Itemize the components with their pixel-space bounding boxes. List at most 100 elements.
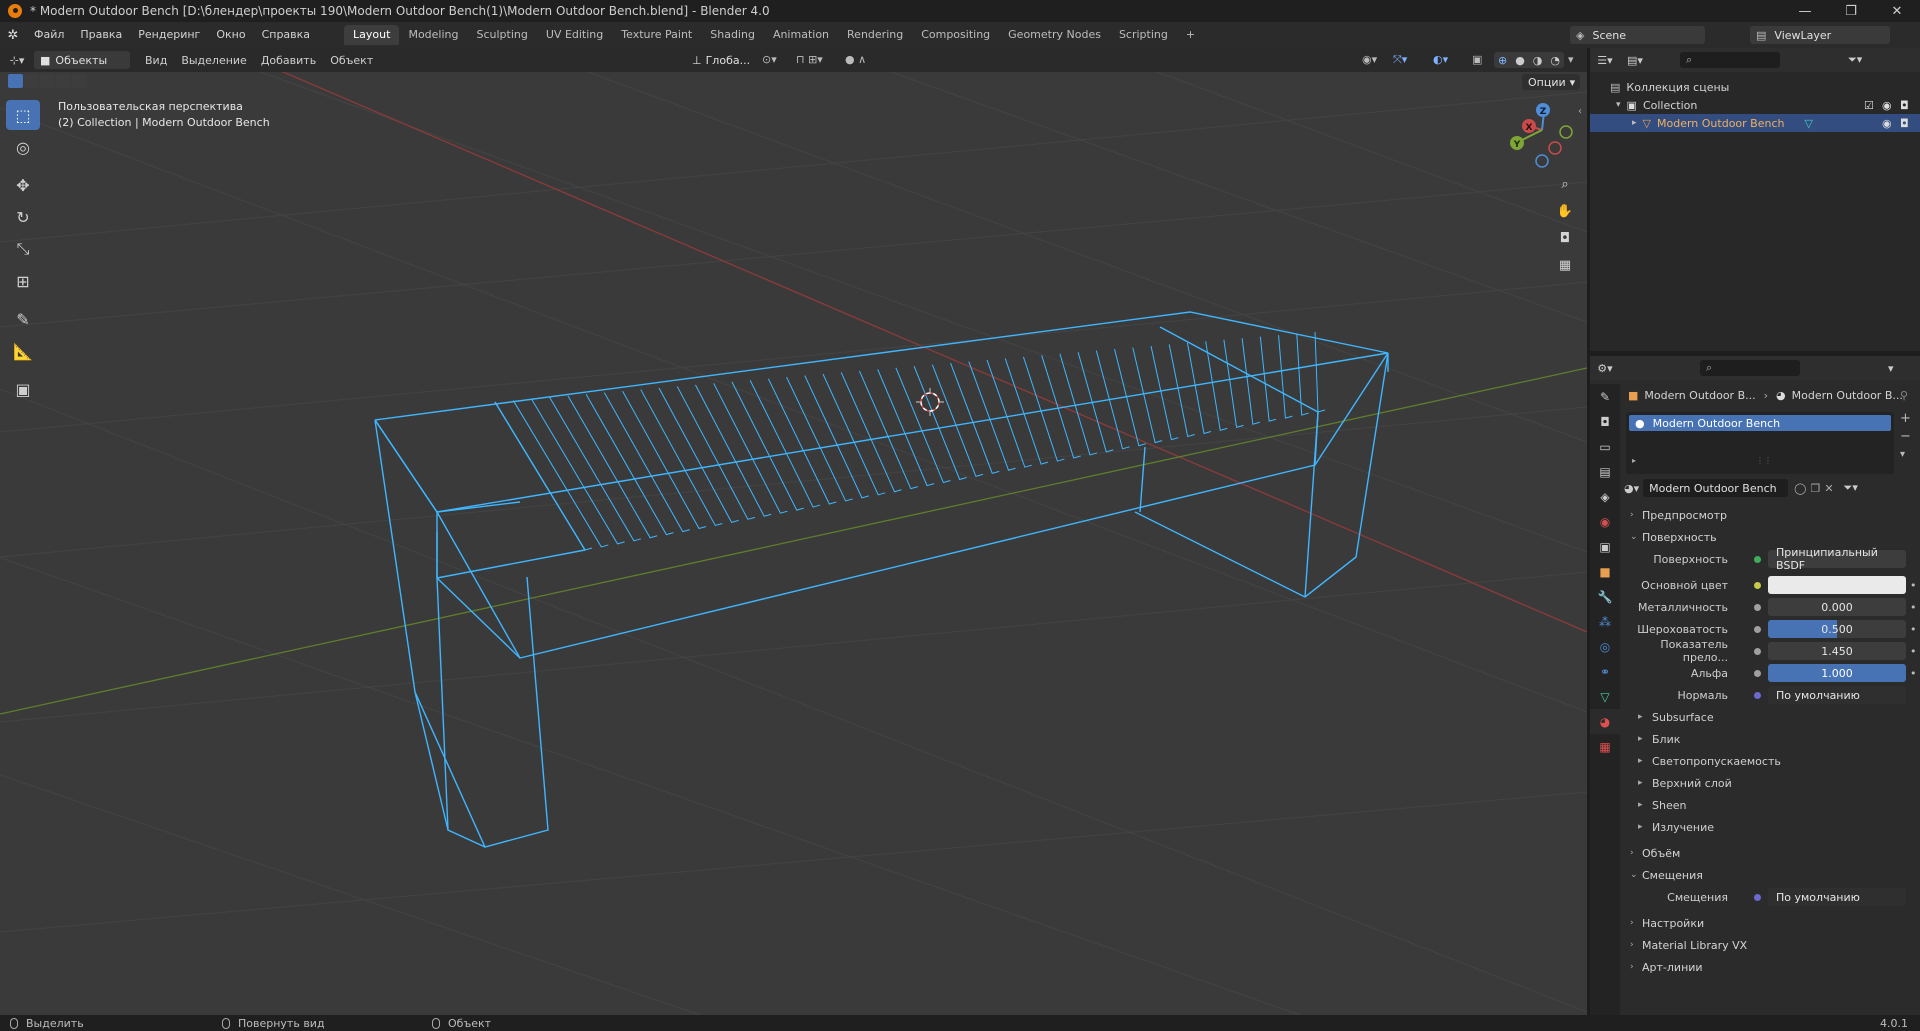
browse-material-icon[interactable]: ◕▾ bbox=[1624, 482, 1639, 495]
tab-layout[interactable]: Layout bbox=[344, 25, 400, 45]
keyframe-dot-icon[interactable]: • bbox=[1910, 645, 1917, 658]
solid-shading-icon[interactable]: ● bbox=[1515, 54, 1525, 67]
outliner-editor-icon[interactable]: ☰▾ bbox=[1590, 54, 1620, 67]
shading-options-icon[interactable]: ▾ bbox=[1568, 53, 1574, 66]
scene-selector[interactable]: ◈ Scene bbox=[1570, 26, 1705, 44]
select-intersect-icon[interactable] bbox=[72, 74, 87, 88]
tab-texture-paint[interactable]: Texture Paint bbox=[612, 25, 701, 45]
data-tab-icon[interactable]: ▽ bbox=[1590, 684, 1620, 709]
maximize-button[interactable]: ❐ bbox=[1828, 0, 1874, 22]
select-box-tool-icon[interactable]: ⬚ bbox=[6, 100, 40, 130]
chevron-down-icon[interactable]: ▾ bbox=[1888, 362, 1894, 375]
options-button[interactable]: Опции ▾ bbox=[1522, 74, 1580, 90]
render-camera-icon[interactable]: ◘ bbox=[1900, 117, 1909, 130]
remove-slot-button[interactable]: − bbox=[1900, 428, 1911, 446]
display-mode-icon[interactable]: ▤▾ bbox=[1620, 54, 1650, 67]
menu-object[interactable]: Объект bbox=[323, 54, 380, 67]
filter-icon[interactable]: ⏷▾ bbox=[1848, 53, 1862, 67]
keyframe-dot-icon[interactable]: • bbox=[1910, 579, 1917, 592]
fake-user-icon[interactable]: ◯ bbox=[1794, 482, 1806, 495]
tab-sculpting[interactable]: Sculpting bbox=[468, 25, 537, 45]
output-tab-icon[interactable]: ▭ bbox=[1590, 434, 1620, 459]
gizmo-neg-z-icon[interactable] bbox=[1535, 154, 1549, 168]
constraints-tab-icon[interactable]: ⚭ bbox=[1590, 659, 1620, 684]
tab-scripting[interactable]: Scripting bbox=[1110, 25, 1177, 45]
mesh-data-icon[interactable]: ▽ bbox=[1804, 117, 1812, 130]
tab-uv-editing[interactable]: UV Editing bbox=[537, 25, 612, 45]
proportional-edit-icon[interactable]: ● ∧ bbox=[845, 53, 866, 66]
tab-compositing[interactable]: Compositing bbox=[912, 25, 999, 45]
add-cube-tool-icon[interactable]: ▣ bbox=[6, 374, 40, 404]
gizmo-neg-x-icon[interactable] bbox=[1548, 141, 1562, 155]
surface-section-header[interactable]: ⌄ Поверхность bbox=[1620, 526, 1920, 548]
object-tab-icon[interactable]: ■ bbox=[1590, 559, 1620, 584]
render-tab-icon[interactable]: ◘ bbox=[1590, 409, 1620, 434]
material-name-field[interactable]: Modern Outdoor Bench bbox=[1643, 479, 1789, 497]
visibility-eye-icon[interactable]: ◉ bbox=[1882, 99, 1892, 112]
add-workspace-button[interactable]: + bbox=[1177, 25, 1204, 45]
keyframe-dot-icon[interactable]: • bbox=[1910, 601, 1917, 614]
base-color-swatch[interactable] bbox=[1768, 576, 1906, 594]
pivot-icon[interactable]: ⊙▾ bbox=[762, 53, 777, 66]
orientation-selector[interactable]: ⊥ Глоба... bbox=[686, 51, 752, 69]
duplicate-icon[interactable]: ❐ bbox=[1810, 482, 1820, 495]
menu-add[interactable]: Добавить bbox=[254, 54, 323, 67]
outliner-scene-collection[interactable]: ▤ Коллекция сцены bbox=[1590, 78, 1920, 96]
cursor-tool-icon[interactable]: ◎ bbox=[6, 132, 40, 162]
menu-render[interactable]: Рендеринг bbox=[130, 22, 208, 48]
menu-edit[interactable]: Правка bbox=[72, 22, 130, 48]
pan-hand-icon[interactable]: ✋ bbox=[1553, 199, 1577, 223]
view-layer-selector[interactable]: ▤ ViewLayer bbox=[1750, 26, 1890, 44]
bench-wireframe[interactable] bbox=[374, 311, 1389, 848]
visibility-eye-icon[interactable]: ◉ bbox=[1882, 117, 1892, 130]
unlink-icon[interactable]: ✕ bbox=[1824, 482, 1833, 495]
select-invert-icon[interactable] bbox=[56, 74, 71, 88]
ortho-grid-icon[interactable]: ▦ bbox=[1553, 253, 1577, 277]
volume-section-header[interactable]: › Объём bbox=[1620, 842, 1920, 864]
transmission-subpanel[interactable]: ▸ Светопропускаемость bbox=[1620, 750, 1920, 772]
editor-type-icon[interactable]: ⊹▾ bbox=[0, 54, 34, 67]
render-camera-icon[interactable]: ◘ bbox=[1900, 99, 1909, 112]
link-filter-icon[interactable]: ⏷▾ bbox=[1844, 481, 1858, 495]
minimize-button[interactable]: — bbox=[1782, 0, 1828, 22]
menu-file[interactable]: Файл bbox=[26, 22, 72, 48]
material-slot-item[interactable]: ● Modern Outdoor Bench bbox=[1629, 415, 1891, 431]
select-extend-icon[interactable] bbox=[24, 74, 39, 88]
visibility-icon[interactable]: ◉▾ bbox=[1362, 53, 1377, 66]
ior-field[interactable]: 1.450 bbox=[1768, 642, 1906, 660]
view-layer-tab-icon[interactable]: ▤ bbox=[1590, 459, 1620, 484]
displacement-section-header[interactable]: ⌄ Смещения bbox=[1620, 864, 1920, 886]
viewport-canvas[interactable]: Z X Y bbox=[0, 72, 1587, 1015]
exclude-checkbox-icon[interactable]: ☑ bbox=[1864, 99, 1874, 112]
menu-help[interactable]: Справка bbox=[254, 22, 318, 48]
material-library-section-header[interactable]: › Material Library VX bbox=[1620, 934, 1920, 956]
select-new-icon[interactable] bbox=[8, 74, 23, 88]
modifier-tab-icon[interactable]: 🔧 bbox=[1590, 584, 1620, 609]
properties-editor-icon[interactable]: ⚙▾ bbox=[1590, 362, 1620, 375]
surface-shader-field[interactable]: Принципиальный BSDF bbox=[1768, 546, 1906, 572]
annotate-tool-icon[interactable]: ✎ bbox=[6, 304, 40, 334]
world-tab-icon[interactable]: ◉ bbox=[1590, 509, 1620, 534]
shading-mode-buttons[interactable]: ⊕ ● ◑ ◔ bbox=[1494, 52, 1564, 68]
settings-section-header[interactable]: › Настройки bbox=[1620, 912, 1920, 934]
menu-window[interactable]: Окно bbox=[208, 22, 253, 48]
tab-rendering[interactable]: Rendering bbox=[838, 25, 912, 45]
add-slot-button[interactable]: + bbox=[1900, 410, 1911, 428]
tool-tab-icon[interactable]: ✎ bbox=[1590, 384, 1620, 409]
scale-tool-icon[interactable]: ⤡ bbox=[6, 234, 40, 264]
measure-tool-icon[interactable]: 📐 bbox=[6, 336, 40, 366]
expand-triangle-icon[interactable]: ▸ bbox=[1632, 118, 1637, 128]
outliner-collection[interactable]: ▾ ▣ Collection ☑ ◉ ◘ bbox=[1590, 96, 1920, 114]
alpha-slider[interactable]: 1.000 bbox=[1768, 664, 1906, 682]
subsurface-subpanel[interactable]: ▸ Subsurface bbox=[1620, 706, 1920, 728]
3d-viewport[interactable]: Z X Y Пользовательская перспектива (2) C… bbox=[0, 72, 1587, 1015]
properties-search-input[interactable]: ⌕ bbox=[1700, 360, 1800, 376]
keyframe-dot-icon[interactable]: • bbox=[1910, 667, 1917, 680]
physics-tab-icon[interactable]: ◎ bbox=[1590, 634, 1620, 659]
close-button[interactable]: ✕ bbox=[1874, 0, 1920, 22]
zoom-icon[interactable]: ⌕ bbox=[1553, 172, 1577, 196]
xray-icon[interactable]: ▣ bbox=[1472, 53, 1482, 66]
tab-shading[interactable]: Shading bbox=[701, 25, 764, 45]
blender-menu-icon[interactable]: ✲ bbox=[0, 28, 26, 43]
mode-selector[interactable]: ■ Объекты bbox=[34, 51, 130, 69]
